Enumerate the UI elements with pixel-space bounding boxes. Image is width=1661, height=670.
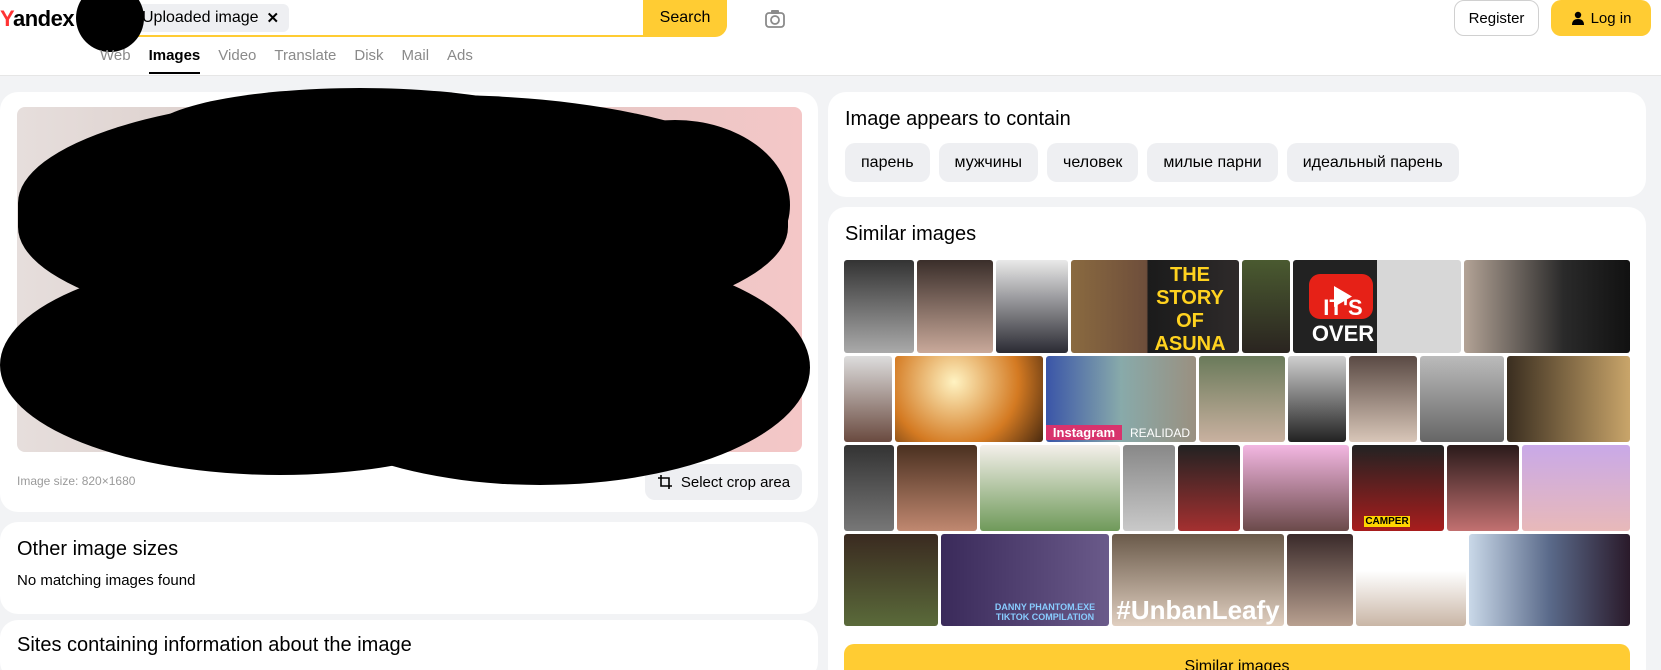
other-sizes-card: Other image sizes No matching images fou…	[0, 522, 818, 614]
nav-translate[interactable]: Translate	[274, 47, 336, 74]
similar-thumb[interactable]	[1507, 356, 1630, 442]
similar-images-grid: THE STORY OF ASUNA IT'S OVER Instagram R…	[844, 260, 1630, 638]
similar-thumb[interactable]: #UnbanLeafy	[1112, 534, 1284, 626]
redaction-mark	[76, 0, 144, 52]
similar-thumb[interactable]	[1199, 356, 1285, 442]
similar-thumb[interactable]: IT'S OVER	[1293, 260, 1461, 353]
uploaded-image-label: Uploaded image	[142, 9, 259, 26]
similar-thumb[interactable]	[897, 445, 977, 531]
nav-ads[interactable]: Ads	[447, 47, 473, 74]
similar-thumb[interactable]	[996, 260, 1068, 353]
search-button[interactable]: Search	[643, 0, 727, 36]
similar-thumb[interactable]	[1522, 445, 1630, 531]
select-crop-label: Select crop area	[680, 473, 791, 491]
thumb-caption: Instagram	[1046, 425, 1122, 440]
similar-thumb[interactable]	[1288, 356, 1346, 442]
search-box[interactable]: Uploaded image ✕ Search	[90, 0, 727, 37]
nav-images[interactable]: Images	[148, 47, 201, 74]
similar-thumb[interactable]	[895, 356, 1043, 442]
similar-thumb[interactable]	[1123, 445, 1175, 531]
login-button[interactable]: Log in	[1551, 0, 1651, 36]
service-nav: Web Images Video Translate Disk Mail Ads	[100, 47, 491, 74]
uploaded-image-chip[interactable]: Uploaded image ✕	[132, 4, 290, 32]
tag-chip[interactable]: мужчины	[938, 143, 1039, 182]
crop-icon	[657, 475, 672, 489]
login-label: Log in	[1590, 9, 1632, 27]
nav-web[interactable]: Web	[100, 47, 131, 74]
similar-thumb[interactable]	[1420, 356, 1504, 442]
thumb-caption: CAMPER	[1364, 516, 1410, 527]
similar-thumb[interactable]	[1178, 445, 1240, 531]
similar-thumb[interactable]	[1287, 534, 1353, 626]
nav-mail[interactable]: Mail	[402, 47, 430, 74]
similar-images-button[interactable]: Similar images	[844, 644, 1630, 670]
similar-thumb[interactable]	[1242, 260, 1290, 353]
camera-icon[interactable]	[763, 7, 787, 31]
similar-thumb[interactable]	[1349, 356, 1417, 442]
tag-chip[interactable]: идеальный парень	[1286, 143, 1459, 182]
similar-thumb[interactable]	[844, 356, 892, 442]
similar-thumb[interactable]	[1447, 445, 1519, 531]
sites-title: Sites containing information about the i…	[17, 634, 412, 656]
thumb-caption: DANNY PHANTOM.EXE TIKTOK COMPILATION	[994, 602, 1096, 622]
similar-thumb[interactable]: DANNY PHANTOM.EXE TIKTOK COMPILATION	[941, 534, 1109, 626]
thumb-caption: REALIDAD	[1129, 426, 1191, 440]
similar-thumb[interactable]	[1469, 534, 1630, 626]
user-icon	[1571, 11, 1584, 25]
tag-chip[interactable]: милые парни	[1147, 143, 1278, 182]
similar-thumb[interactable]	[1356, 534, 1466, 626]
similar-thumb[interactable]	[844, 534, 938, 626]
other-sizes-message: No matching images found	[17, 572, 196, 589]
header: Yandex Uploaded image ✕ Search Web Image…	[0, 0, 1661, 76]
tag-list: парень мужчины человек милые парни идеал…	[845, 143, 1459, 182]
contains-card: Image appears to contain парень мужчины …	[828, 92, 1646, 197]
thumb-caption: IT'S OVER	[1311, 295, 1375, 346]
sites-card: Sites containing information about the i…	[0, 620, 818, 670]
similar-thumb[interactable]	[980, 445, 1120, 531]
similar-thumb[interactable]	[844, 260, 914, 353]
similar-thumb[interactable]	[917, 260, 993, 353]
image-size-label: Image size: 820×1680	[17, 474, 136, 488]
close-icon[interactable]: ✕	[267, 9, 280, 27]
other-sizes-title: Other image sizes	[17, 538, 179, 560]
nav-video[interactable]: Video	[218, 47, 256, 74]
tag-chip[interactable]: парень	[845, 143, 930, 182]
similar-images-card: Similar images THE STORY OF ASUNA IT'S O…	[828, 207, 1646, 670]
nav-disk[interactable]: Disk	[354, 47, 383, 74]
similar-thumb[interactable]: THE STORY OF ASUNA	[1071, 260, 1239, 353]
similar-thumb[interactable]	[1243, 445, 1349, 531]
tag-chip[interactable]: человек	[1047, 143, 1139, 182]
yandex-logo[interactable]: Yandex	[0, 6, 75, 32]
similar-title: Similar images	[845, 223, 977, 245]
contains-title: Image appears to contain	[845, 108, 1071, 130]
similar-thumb[interactable]	[844, 445, 894, 531]
similar-thumb[interactable]: CAMPER	[1352, 445, 1444, 531]
register-button[interactable]: Register	[1454, 0, 1539, 36]
thumb-caption: #UnbanLeafy	[1116, 595, 1280, 625]
thumb-caption: THE STORY OF ASUNA	[1154, 264, 1226, 353]
similar-thumb[interactable]	[1464, 260, 1630, 353]
similar-thumb[interactable]: Instagram REALIDAD	[1046, 356, 1196, 442]
